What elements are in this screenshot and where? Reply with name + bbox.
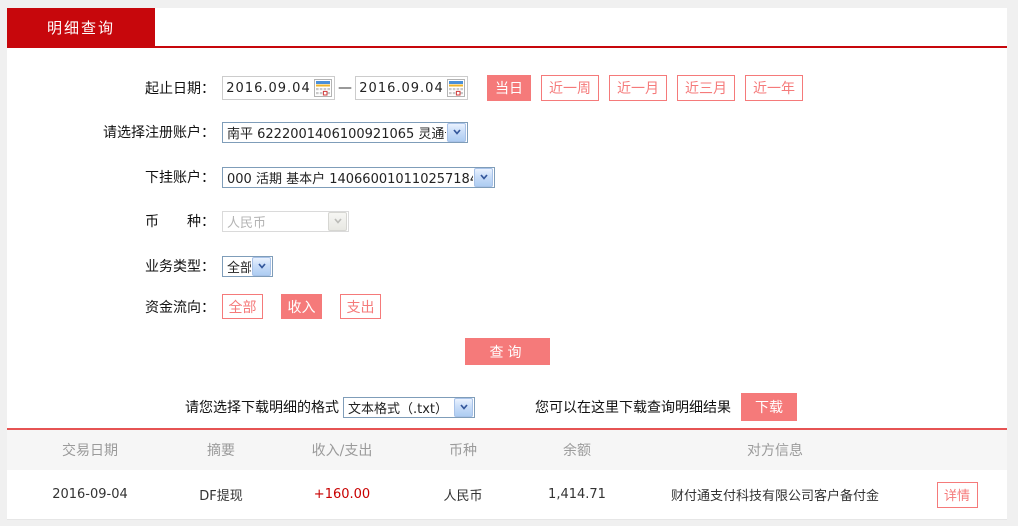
calendar-icon[interactable] — [447, 79, 465, 97]
sub-account-select[interactable]: 000 活期 基本户 1406600101102571848 — [222, 167, 495, 188]
sub-account-value: 000 活期 基本户 1406600101102571848 — [227, 168, 473, 187]
header-currency: 币种 — [415, 440, 511, 460]
download-format-select[interactable]: 文本格式（.txt） — [343, 397, 475, 418]
registered-account-row: 请选择注册账户： 南平 6222001406100921065 灵通卡 — [7, 121, 468, 143]
calendar-icon[interactable] — [314, 79, 332, 97]
row-balance: 1,414.71 — [511, 487, 643, 502]
business-type-select[interactable]: 全部 — [222, 256, 273, 277]
chevron-down-icon — [328, 212, 347, 231]
row-action-cell: 详情 — [907, 482, 1007, 508]
business-type-label: 业务类型： — [7, 256, 215, 276]
detail-query-panel: 明细查询 起止日期： 2016.09.04 — 2016.09.04 — [7, 8, 1007, 520]
start-date-value: 2016.09.04 — [223, 81, 314, 96]
date-range-label: 起止日期： — [7, 78, 215, 98]
download-format-value: 文本格式（.txt） — [348, 398, 453, 417]
row-summary: DF提现 — [173, 485, 269, 504]
quick-range-year-button[interactable]: 近一年 — [745, 75, 803, 101]
row-counterparty: 财付通支付科技有限公司客户备付金 — [643, 485, 907, 504]
table-header-row: 交易日期 摘要 收入/支出 币种 余额 对方信息 — [7, 430, 1007, 470]
header-date: 交易日期 — [7, 440, 173, 460]
download-hint: 您可以在这里下载查询明细结果 — [535, 397, 731, 417]
currency-value: 人民币 — [227, 212, 327, 231]
quick-range-month-button[interactable]: 近一月 — [609, 75, 667, 101]
detail-button[interactable]: 详情 — [937, 482, 978, 508]
date-range-row: 起止日期： 2016.09.04 — 2016.09.04 — [7, 74, 803, 102]
header-amount: 收入/支出 — [269, 440, 415, 460]
currency-label: 币 种： — [7, 211, 215, 231]
table-row: 2016-09-04 DF提现 +160.00 人民币 1,414.71 财付通… — [7, 470, 1007, 520]
chevron-down-icon[interactable] — [474, 168, 493, 187]
date-separator: — — [338, 80, 352, 96]
currency-row: 币 种： 人民币 — [7, 210, 349, 232]
currency-select: 人民币 — [222, 211, 349, 232]
chevron-down-icon[interactable] — [454, 398, 473, 417]
tab-detail-query[interactable]: 明细查询 — [7, 8, 155, 46]
registered-account-label: 请选择注册账户： — [7, 122, 215, 142]
download-row: 请您选择下载明细的格式 文本格式（.txt） 您可以在这里下载查询明细结果 下载 — [7, 393, 797, 421]
fund-flow-row: 资金流向： 全部 收入 支出 — [7, 294, 399, 319]
chevron-down-icon[interactable] — [447, 123, 466, 142]
row-date: 2016-09-04 — [7, 487, 173, 502]
query-button[interactable]: 查询 — [465, 338, 550, 365]
sub-account-row: 下挂账户： 000 活期 基本户 1406600101102571848 — [7, 166, 495, 188]
fund-flow-expense-button[interactable]: 支出 — [340, 294, 381, 319]
quick-range-3months-button[interactable]: 近三月 — [677, 75, 735, 101]
header-summary: 摘要 — [173, 440, 269, 460]
row-currency: 人民币 — [415, 485, 511, 504]
end-date-value: 2016.09.04 — [356, 81, 447, 96]
download-format-label: 请您选择下载明细的格式 — [185, 397, 339, 417]
chevron-down-icon[interactable] — [252, 257, 271, 276]
fund-flow-income-button[interactable]: 收入 — [281, 294, 322, 319]
end-date-input[interactable]: 2016.09.04 — [355, 76, 468, 100]
header-counterparty: 对方信息 — [643, 440, 907, 460]
fund-flow-all-button[interactable]: 全部 — [222, 294, 263, 319]
registered-account-select[interactable]: 南平 6222001406100921065 灵通卡 — [222, 122, 468, 143]
start-date-input[interactable]: 2016.09.04 — [222, 76, 335, 100]
registered-account-value: 南平 6222001406100921065 灵通卡 — [227, 123, 446, 142]
fund-flow-label: 资金流向： — [7, 297, 215, 317]
quick-range-today-button[interactable]: 当日 — [487, 75, 531, 101]
quick-range-week-button[interactable]: 近一周 — [541, 75, 599, 101]
sub-account-label: 下挂账户： — [7, 167, 215, 187]
row-amount: +160.00 — [269, 487, 415, 502]
tab-underline — [7, 46, 1007, 48]
header-balance: 余额 — [511, 440, 643, 460]
business-type-row: 业务类型： 全部 — [7, 255, 273, 277]
business-type-value: 全部 — [227, 257, 251, 276]
download-button[interactable]: 下载 — [741, 393, 797, 421]
